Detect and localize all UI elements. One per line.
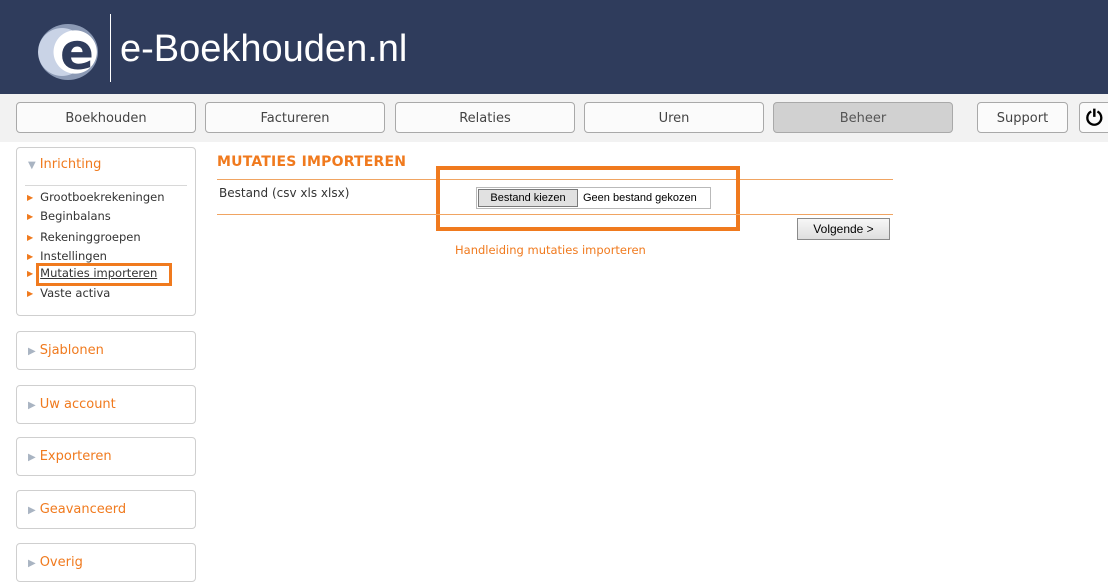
chevron-right-icon: ▶ [27,269,34,278]
nav-beheer[interactable]: Beheer [773,102,953,133]
logo-divider [110,14,111,82]
chevron-right-icon: ▶ [28,400,36,411]
chevron-right-icon: ▶ [28,558,36,569]
chevron-right-icon: ▶ [27,193,34,202]
nav-relaties[interactable]: Relaties [395,102,575,133]
chevron-right-icon: ▶ [27,289,34,298]
next-button[interactable]: Volgende > [797,218,890,240]
sidebar-panel-geavanceerd[interactable]: ▶ Geavanceerd [16,490,196,529]
page-title: MUTATIES IMPORTEREN [217,154,407,170]
sidebar-section-exporteren[interactable]: ▶ Exporteren [28,449,112,464]
sidebar-section-sjablonen[interactable]: ▶ Sjablonen [28,343,104,358]
sidebar-item-vaste-activa[interactable]: ▶ Vaste activa [27,285,110,302]
sidebar-panel-uw-account[interactable]: ▶ Uw account [16,385,196,424]
chevron-right-icon: ▶ [28,452,36,463]
sidebar-panel-exporteren[interactable]: ▶ Exporteren [16,437,196,476]
nav-support[interactable]: Support [977,102,1068,133]
brand-name: e-Boekhouden.nl [120,28,408,70]
sidebar-item-grootboekrekeningen[interactable]: ▶ Grootboekrekeningen [27,189,165,206]
nav-uren[interactable]: Uren [584,102,764,133]
power-icon: ⏻ [1086,106,1103,130]
manual-link[interactable]: Handleiding mutaties importeren [455,243,646,257]
sidebar-panel-sjablonen[interactable]: ▶ Sjablonen [16,331,196,370]
chevron-right-icon: ▶ [28,346,36,357]
sidebar-section-inrichting[interactable]: ▼ Inrichting [28,157,101,172]
sidebar-section-geavanceerd[interactable]: ▶ Geavanceerd [28,502,126,517]
app-header: e e-Boekhouden.nl [0,0,1108,94]
nav-boekhouden[interactable]: Boekhouden [16,102,196,133]
sidebar-section-uw-account[interactable]: ▶ Uw account [28,397,116,412]
chevron-down-icon: ▼ [28,160,36,171]
main-nav: Boekhouden Factureren Relaties Uren Behe… [0,94,1108,142]
highlight-box-sidebar [36,263,172,286]
highlight-box-file [436,166,740,231]
divider [217,214,893,215]
logout-button[interactable]: ⏻ [1079,102,1108,133]
sidebar-panel-overig[interactable]: ▶ Overig [16,543,196,582]
chevron-right-icon: ▶ [28,505,36,516]
nav-factureren[interactable]: Factureren [205,102,385,133]
logo-letter: e [60,23,94,81]
sidebar-item-rekeninggroepen[interactable]: ▶ Rekeninggroepen [27,229,141,246]
sidebar-panel-inrichting: ▼ Inrichting ▶ Grootboekrekeningen ▶ Beginb… [16,147,196,316]
chevron-right-icon: ▶ [27,212,34,221]
file-field-label: Bestand (csv xls xlsx) [219,186,350,200]
chevron-right-icon: ▶ [27,252,34,261]
sidebar-item-beginbalans[interactable]: ▶ Beginbalans [27,208,111,225]
chevron-right-icon: ▶ [27,233,34,242]
divider [25,185,187,186]
sidebar-section-overig[interactable]: ▶ Overig [28,555,83,570]
